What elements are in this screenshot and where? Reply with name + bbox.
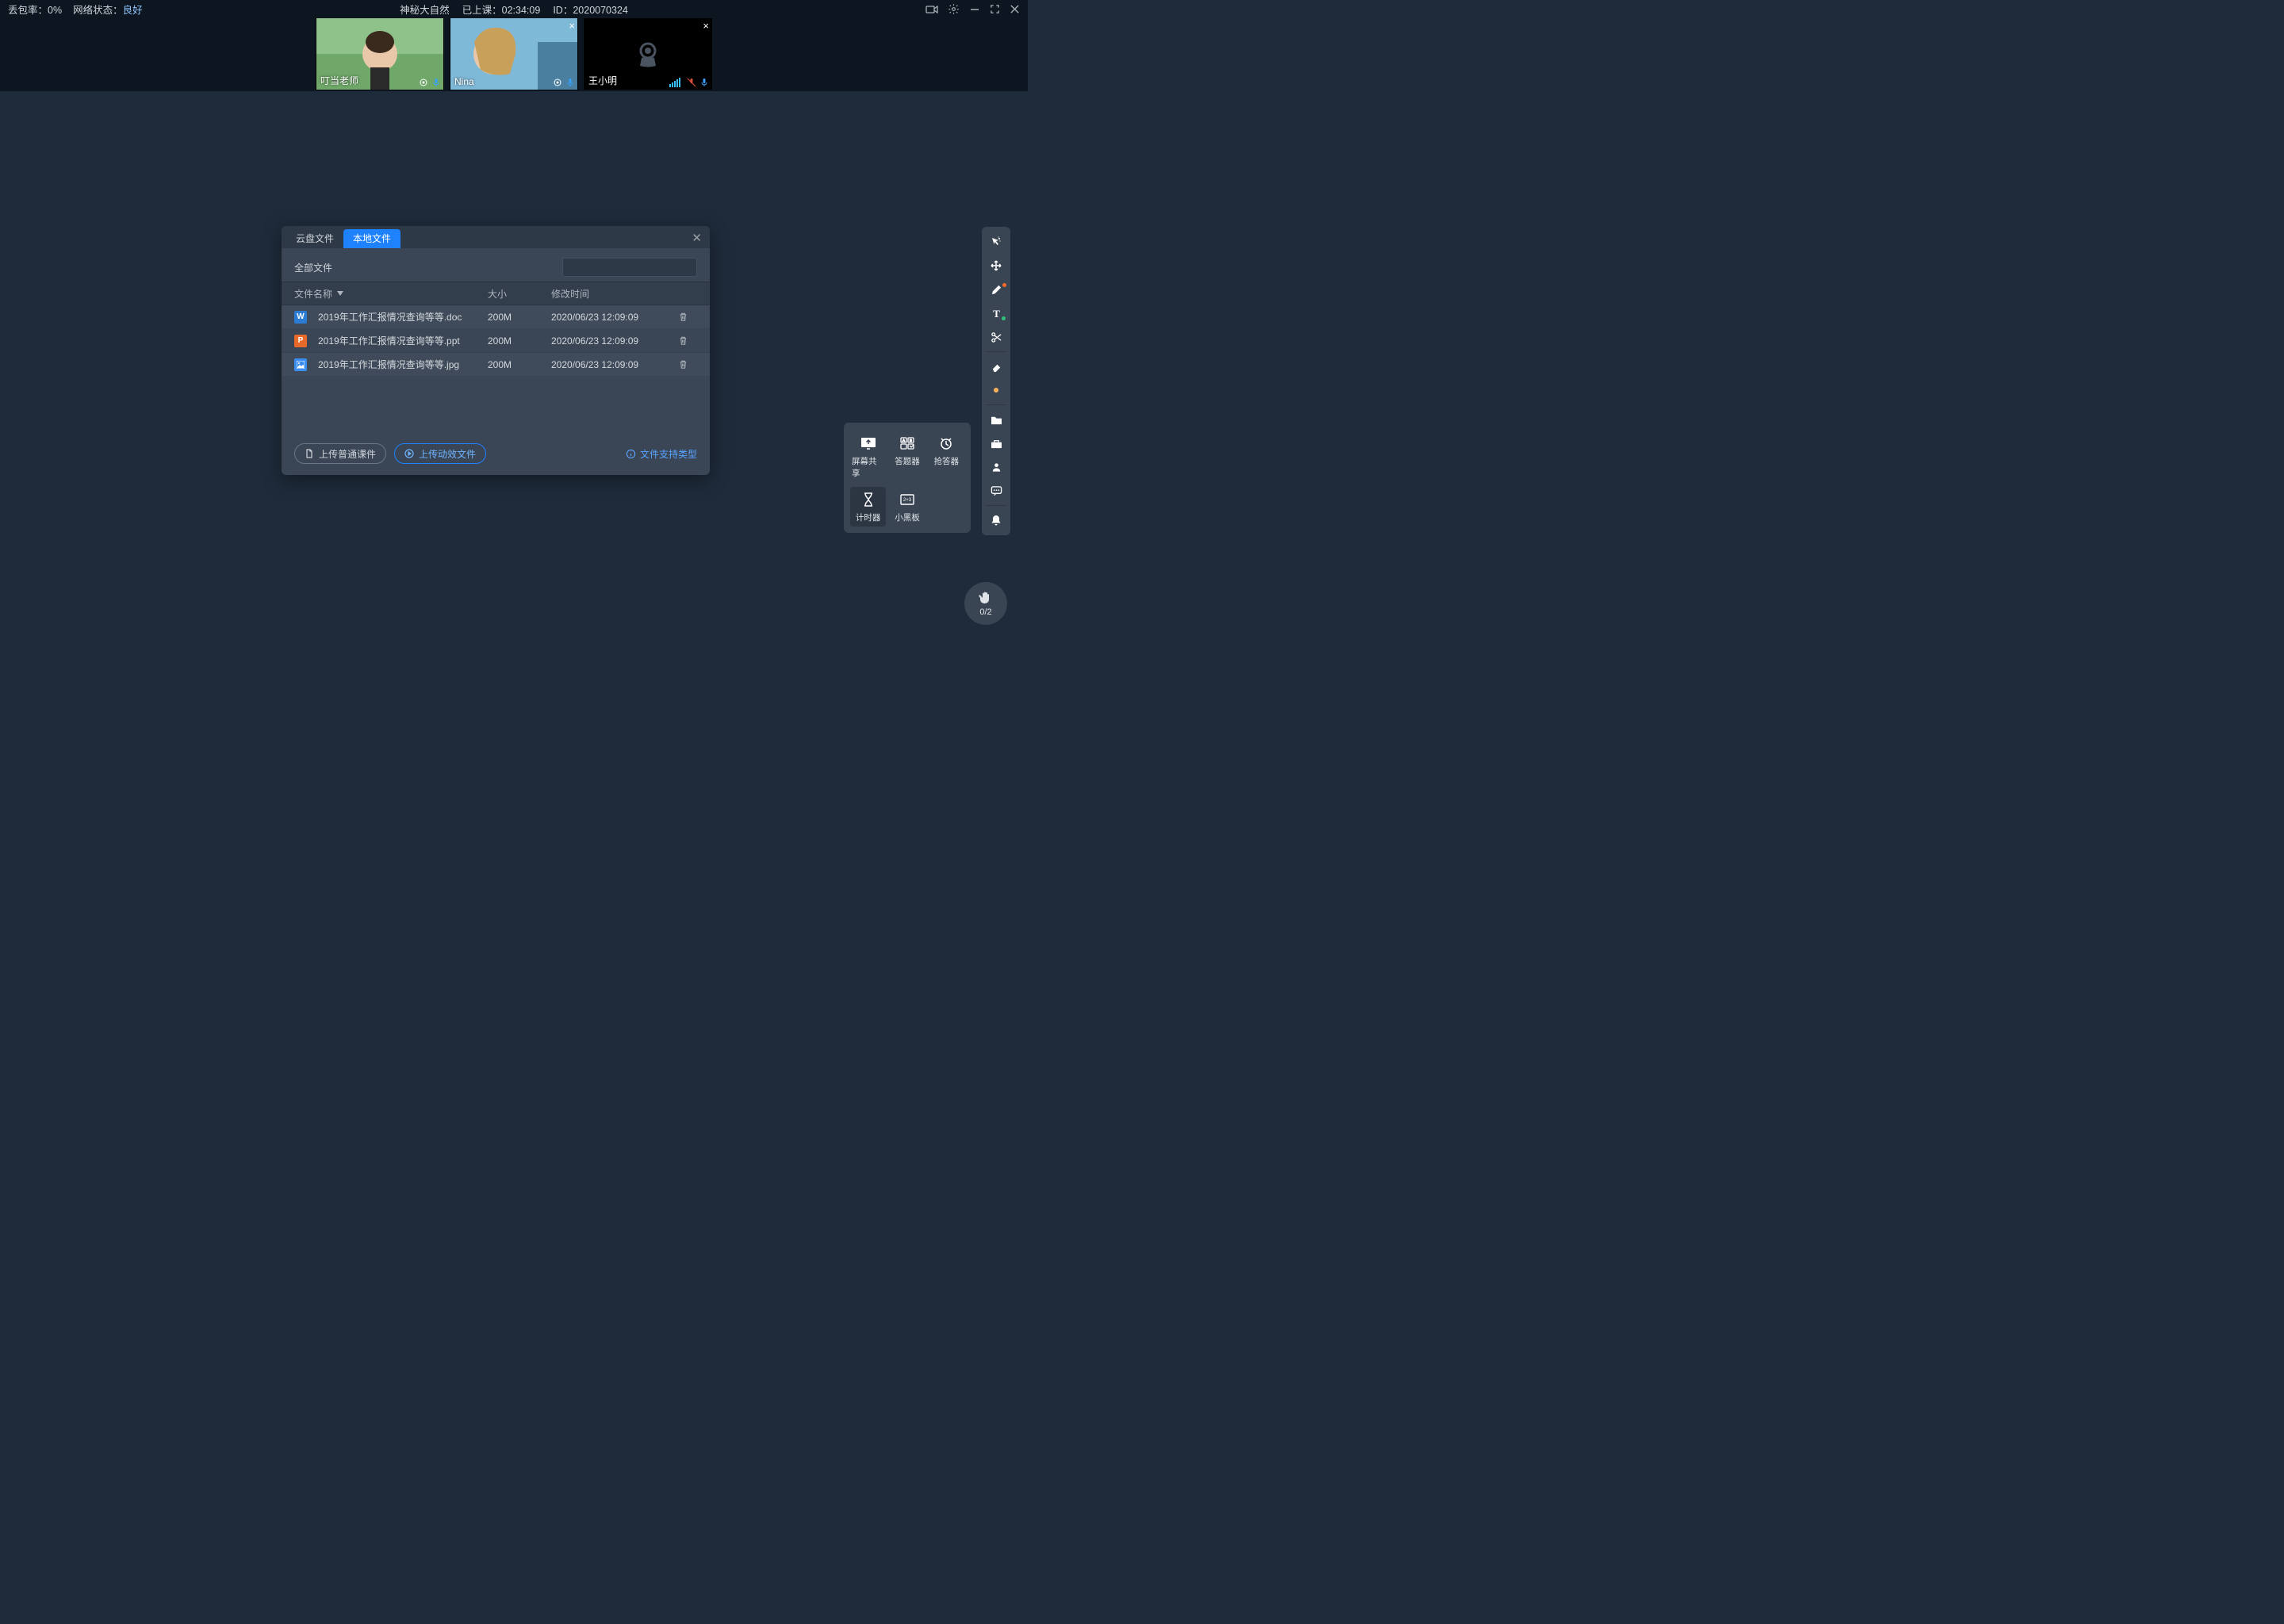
tab-local-files[interactable]: 本地文件: [343, 229, 400, 248]
column-name[interactable]: 文件名称: [294, 287, 488, 301]
settings-icon[interactable]: [948, 3, 960, 15]
video-tile[interactable]: × 王小明: [584, 18, 712, 90]
mic-on-icon: [565, 78, 575, 87]
tool-screen-share[interactable]: 屏幕共享: [850, 431, 886, 482]
file-time: 2020/06/23 12:09:09: [551, 335, 678, 347]
tool-buzzer[interactable]: 抢答器: [929, 431, 964, 482]
column-size[interactable]: 大小: [488, 287, 551, 301]
tool-toolbox[interactable]: [982, 431, 1010, 455]
table-row[interactable]: W 2019年工作汇报情况查询等等.doc 200M 2020/06/23 12:…: [282, 305, 710, 329]
file-size: 200M: [488, 359, 551, 370]
top-bar: 丢包率：0% 网络状态：良好 神秘大自然 已上课：02:34:09 ID：202…: [0, 0, 1028, 18]
search-input[interactable]: [562, 258, 697, 277]
mic-on-icon: [699, 78, 709, 87]
play-circle-icon: [404, 449, 414, 458]
mic-off-icon: [687, 78, 696, 87]
file-time: 2020/06/23 12:09:09: [551, 359, 678, 370]
file-name: 2019年工作汇报情况查询等等.jpg: [318, 358, 459, 371]
dialog-close-icon[interactable]: ✕: [692, 231, 702, 245]
hand-count: 0/2: [979, 607, 991, 617]
tab-cloud-files[interactable]: 云盘文件: [286, 229, 343, 248]
alarm-icon: [935, 434, 957, 453]
close-icon[interactable]: [1010, 4, 1020, 14]
camera-on-icon: [553, 78, 562, 87]
ppt-icon: P: [294, 335, 307, 347]
svg-text:T: T: [993, 308, 1000, 320]
svg-text:2+3: 2+3: [903, 498, 912, 503]
file-size: 200M: [488, 312, 551, 323]
table-row[interactable]: P 2019年工作汇报情况查询等等.ppt 200M 2020/06/23 12:…: [282, 329, 710, 353]
screen-share-icon: [857, 434, 879, 453]
image-icon: [294, 358, 307, 371]
tool-folder[interactable]: [982, 408, 1010, 431]
column-time[interactable]: 修改时间: [551, 287, 678, 301]
signal-bars-icon: [669, 78, 680, 87]
network-status: 网络状态：良好: [73, 2, 143, 17]
delete-icon[interactable]: [678, 312, 697, 322]
upload-normal-button[interactable]: 上传普通课件: [294, 443, 386, 464]
info-icon: [626, 449, 636, 459]
file-name: 2019年工作汇报情况查询等等.ppt: [318, 334, 460, 347]
participant-name: 王小明: [588, 74, 617, 87]
supported-types-link[interactable]: 文件支持类型: [626, 447, 697, 461]
close-tile-icon[interactable]: ×: [703, 20, 709, 32]
tool-move[interactable]: [982, 254, 1010, 278]
participant-name: Nina: [454, 76, 474, 87]
tool-bell[interactable]: [982, 508, 1010, 532]
table-row[interactable]: 2019年工作汇报情况查询等等.jpg 200M 2020/06/23 12:0…: [282, 353, 710, 377]
minimize-icon[interactable]: [969, 4, 980, 15]
tool-pen[interactable]: [982, 278, 1010, 301]
tools-popup: 屏幕共享 AB 答题器 抢答器 计时器 2+3 小黑板: [844, 423, 971, 533]
video-tile[interactable]: × Nina: [450, 18, 578, 90]
video-tile[interactable]: 叮当老师: [316, 18, 444, 90]
tool-laser[interactable]: [982, 378, 1010, 402]
tool-eraser[interactable]: [982, 354, 1010, 378]
upload-animated-button[interactable]: 上传动效文件: [394, 443, 486, 464]
svg-text:A: A: [902, 439, 905, 442]
tool-mini-board[interactable]: 2+3 小黑板: [889, 487, 925, 527]
packet-loss: 丢包率：0%: [8, 2, 62, 17]
hand-icon: [978, 590, 994, 606]
tool-timer[interactable]: 计时器: [850, 487, 886, 527]
svg-text:B: B: [910, 439, 912, 442]
delete-icon[interactable]: [678, 359, 697, 370]
file-name: 2019年工作汇报情况查询等等.doc: [318, 310, 462, 324]
breadcrumb: 全部文件: [294, 261, 553, 274]
sort-desc-icon: [337, 291, 343, 296]
hand-raise-badge[interactable]: 0/2: [964, 582, 1007, 625]
delete-icon[interactable]: [678, 335, 697, 346]
participant-name: 叮当老师: [320, 74, 358, 87]
file-time: 2020/06/23 12:09:09: [551, 312, 678, 323]
video-strip: 叮当老师 × Nina × 王小明: [0, 18, 1028, 91]
tool-users[interactable]: [982, 455, 1010, 479]
camera-on-icon: [419, 78, 428, 87]
board-icon: 2+3: [896, 490, 918, 509]
file-size: 200M: [488, 335, 551, 347]
mic-on-icon: [431, 78, 441, 87]
room-title: 神秘大自然: [400, 2, 450, 17]
tool-chat[interactable]: [982, 479, 1010, 503]
tool-text[interactable]: T: [982, 301, 1010, 325]
tool-scissors[interactable]: [982, 325, 1010, 349]
table-header: 文件名称 大小 修改时间: [282, 282, 710, 305]
right-toolbar: T: [982, 227, 1010, 535]
hourglass-icon: [857, 490, 879, 509]
tool-pointer[interactable]: [982, 230, 1010, 254]
file-dialog: 云盘文件 本地文件 ✕ 全部文件 文件名称 大小 修改时间 W 2019年工作汇报…: [282, 226, 710, 475]
elapsed: 已上课：02:34:09: [462, 2, 541, 17]
room-id: ID：2020070324: [553, 2, 628, 17]
document-icon: [305, 449, 314, 458]
quiz-icon: AB: [896, 434, 918, 453]
doc-icon: W: [294, 311, 307, 324]
close-tile-icon[interactable]: ×: [569, 20, 575, 32]
fullscreen-icon[interactable]: [990, 4, 1000, 14]
tool-answer[interactable]: AB 答题器: [889, 431, 925, 482]
camera-switch-icon[interactable]: [925, 4, 938, 15]
